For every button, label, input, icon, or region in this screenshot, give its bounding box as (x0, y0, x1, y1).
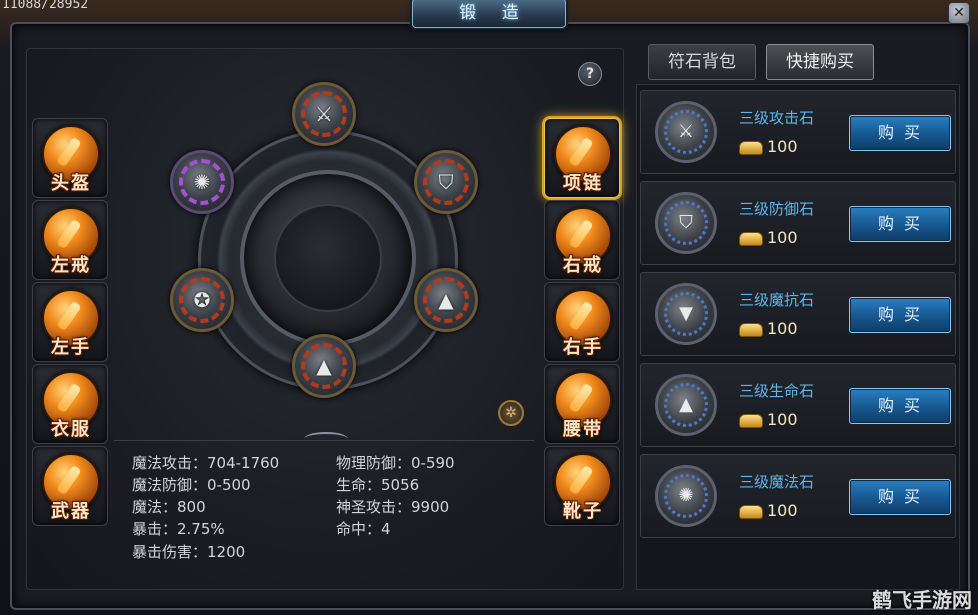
window-title-plate: 锻 造 (412, 0, 566, 28)
gold-ingot-icon (739, 323, 763, 337)
gem-socket-bottom[interactable]: ▲ (292, 334, 356, 398)
sword-icon: ⚔ (677, 121, 695, 142)
sword-icon: ⚔ (315, 102, 333, 126)
slot-necklace[interactable]: 项链 (544, 118, 620, 198)
stat-magic-attack: 魔法攻击：704-1760 (132, 454, 280, 472)
gold-ingot-icon (739, 141, 763, 155)
slot-label: 衣服 (51, 419, 91, 440)
slot-left-ring[interactable]: 左戒 (32, 200, 108, 280)
slot-label: 靴子 (563, 501, 603, 522)
stat-life: 生命：5056 (336, 476, 420, 494)
slot-weapon[interactable]: 武器 (32, 446, 108, 526)
mountain-icon: ▲ (316, 354, 332, 378)
gem-socket-top[interactable]: ⚔ (292, 82, 356, 146)
close-button[interactable]: ✕ (948, 2, 970, 24)
help-button[interactable]: ? (578, 62, 602, 86)
window-title: 锻 造 (459, 3, 529, 23)
gem-socket-upper-left[interactable]: ✺ (170, 150, 234, 214)
slot-label: 右戒 (563, 255, 603, 276)
life-stone-icon: ▲ (655, 374, 717, 436)
defense-stone-icon: ⛉ (655, 192, 717, 254)
item-name: 三级魔法石 (739, 473, 815, 491)
gold-ingot-icon (739, 414, 763, 428)
attack-stone-icon: ⚔ (655, 101, 717, 163)
slot-label: 项链 (563, 173, 603, 194)
buy-button[interactable]: 购买 (849, 388, 951, 424)
buy-button[interactable]: 购买 (849, 297, 951, 333)
shop-item: ▼ 三级魔抗石 100 购买 (640, 272, 956, 356)
slot-right-hand[interactable]: 右手 (544, 282, 620, 362)
stat-crit-damage: 暴击伤害：1200 (132, 543, 246, 561)
slot-left-hand[interactable]: 左手 (32, 282, 108, 362)
slot-belt[interactable]: 腰带 (544, 364, 620, 444)
gold-ingot-icon (739, 505, 763, 519)
stat-mana: 魔法：800 (132, 498, 206, 516)
shop-item: ▲ 三级生命石 100 购买 (640, 363, 956, 447)
item-name: 三级魔抗石 (739, 291, 815, 309)
tab-quick-buy[interactable]: 快捷购买 (766, 44, 874, 80)
mountain-icon: ▲ (679, 394, 693, 415)
item-name: 三级攻击石 (739, 109, 815, 127)
triangle-icon: ▼ (679, 303, 693, 324)
stat-hit: 命中：4 (336, 520, 391, 538)
magic-resist-stone-icon: ▼ (655, 283, 717, 345)
item-price: 100 (767, 319, 798, 338)
shop-item: ✺ 三级魔法石 100 购买 (640, 454, 956, 538)
slot-label: 右手 (563, 337, 603, 358)
shop-item: ⚔ 三级攻击石 100 购买 (640, 90, 956, 174)
slot-boots[interactable]: 靴子 (544, 446, 620, 526)
buy-button[interactable]: 购买 (849, 115, 951, 151)
slot-armor[interactable]: 衣服 (32, 364, 108, 444)
item-name: 三级生命石 (739, 382, 815, 400)
close-icon: ✕ (953, 5, 965, 21)
watermark: 鹤飞手游网 (872, 588, 972, 612)
tab-rune-bag[interactable]: 符石背包 (648, 44, 756, 80)
slot-label: 武器 (51, 501, 91, 522)
item-price: 100 (767, 137, 798, 156)
forge-core[interactable] (274, 204, 382, 312)
help-icon: ? (585, 66, 595, 82)
slot-label: 头盔 (51, 173, 91, 194)
star-icon: ✪ (193, 288, 211, 312)
item-price: 100 (767, 410, 798, 429)
magic-stone-icon: ✺ (655, 465, 717, 527)
stat-crit: 暴击：2.75% (132, 520, 225, 538)
slot-label: 左手 (51, 337, 91, 358)
shield-icon: ⛉ (438, 170, 454, 194)
magic-icon: ✺ (193, 170, 211, 194)
gem-socket-lower-right[interactable]: ▲ (414, 268, 478, 332)
shop-item: ⛉ 三级防御石 100 购买 (640, 181, 956, 265)
settings-gear-icon[interactable]: ✲ (498, 400, 524, 426)
gold-ingot-icon (739, 232, 763, 246)
magic-icon: ✺ (678, 485, 694, 506)
buy-button[interactable]: 购买 (849, 206, 951, 242)
triangle-icon: ▲ (438, 288, 454, 312)
slot-label: 腰带 (563, 419, 603, 440)
slot-label: 左戒 (51, 255, 91, 276)
item-price: 100 (767, 501, 798, 520)
item-price: 100 (767, 228, 798, 247)
stat-holy-attack: 神圣攻击：9900 (336, 498, 450, 516)
gem-socket-upper-right[interactable]: ⛉ (414, 150, 478, 214)
stat-magic-defense: 魔法防御：0-500 (132, 476, 251, 494)
item-name: 三级防御石 (739, 200, 815, 218)
shield-icon: ⛉ (679, 212, 693, 233)
stat-phys-defense: 物理防御：0-590 (336, 454, 455, 472)
slot-helmet[interactable]: 头盔 (32, 118, 108, 198)
slot-right-ring[interactable]: 右戒 (544, 200, 620, 280)
gem-socket-lower-left[interactable]: ✪ (170, 268, 234, 332)
world-counter: 11088/28952 (2, 0, 89, 12)
buy-button[interactable]: 购买 (849, 479, 951, 515)
